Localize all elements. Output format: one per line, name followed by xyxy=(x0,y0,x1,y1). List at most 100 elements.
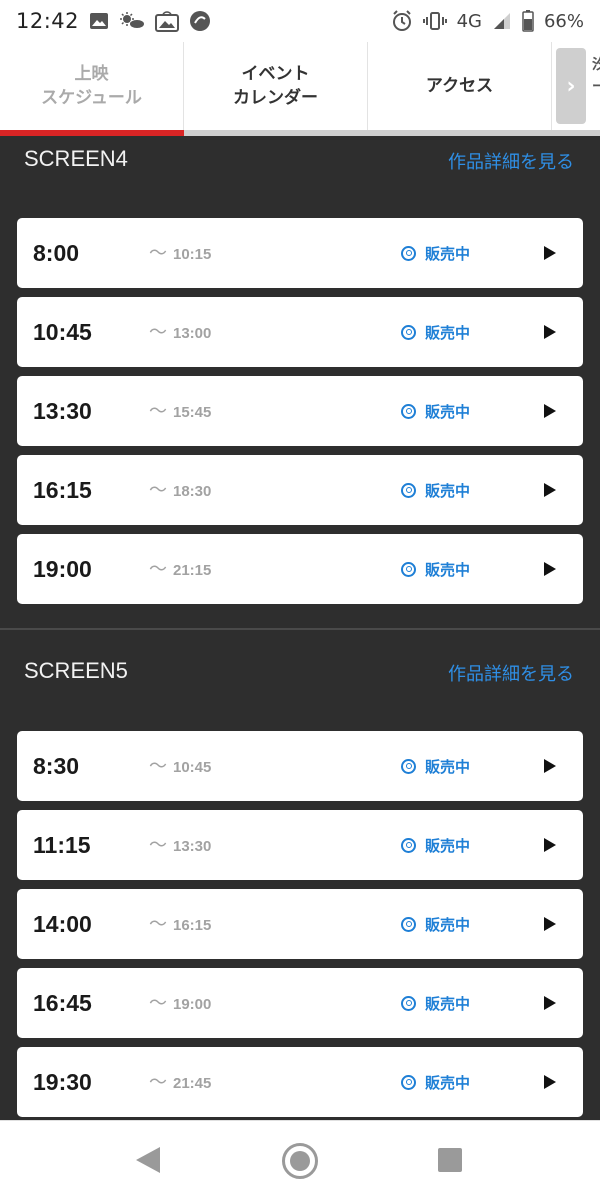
battery-icon xyxy=(522,10,534,32)
start-time: 19:30 xyxy=(33,1069,92,1095)
end-time: 18:30 xyxy=(173,483,212,500)
detail-link[interactable]: 作品詳細を見る xyxy=(448,148,574,174)
network-type: 4G xyxy=(456,10,482,32)
available-icon xyxy=(401,837,416,853)
available-icon xyxy=(401,324,416,340)
available-icon xyxy=(401,916,416,932)
screen-name: SCREEN5 xyxy=(24,658,128,683)
tab-event-calendar[interactable]: イベント カレンダー xyxy=(184,42,368,130)
available-icon xyxy=(401,1074,416,1090)
showing-row[interactable]: 8:30 〜 10:45 販売中 xyxy=(17,731,583,801)
sale-status: 販売中 xyxy=(401,218,470,288)
tab-event-line1: イベント xyxy=(241,64,310,84)
range-separator: 〜 xyxy=(149,835,167,855)
image-icon xyxy=(89,11,109,31)
end-time: 21:15 xyxy=(173,562,212,579)
end-time: 10:15 xyxy=(173,246,212,263)
start-time: 13:30 xyxy=(33,398,92,424)
showing-row[interactable]: 19:30 〜 21:45 販売中 xyxy=(17,1047,583,1117)
home-icon[interactable] xyxy=(282,1143,318,1179)
sale-status-label: 販売中 xyxy=(425,560,471,579)
showing-row[interactable]: 11:15 〜 13:30 販売中 xyxy=(17,810,583,880)
showing-row[interactable]: 14:00 〜 16:15 販売中 xyxy=(17,889,583,959)
chevron-right-icon: › xyxy=(566,73,576,99)
tab-schedule[interactable]: 上映 スケジュール xyxy=(0,42,184,130)
sale-status: 販売中 xyxy=(401,455,470,525)
play-arrow-icon xyxy=(544,917,556,931)
screen-name: SCREEN4 xyxy=(24,146,128,171)
play-arrow-icon xyxy=(544,1075,556,1089)
navigation-bar xyxy=(0,1120,600,1200)
sale-status-label: 販売中 xyxy=(425,1073,471,1092)
showing-row[interactable]: 8:00 〜 10:15 販売中 xyxy=(17,218,583,288)
sale-status: 販売中 xyxy=(401,810,470,880)
sale-status-label: 販売中 xyxy=(425,481,471,500)
section-header-screen5: SCREEN5 作品詳細を見る xyxy=(0,658,600,698)
end-time-group: 〜 13:30 xyxy=(149,810,211,882)
tab-indicator-active xyxy=(0,130,184,136)
range-separator: 〜 xyxy=(149,401,167,421)
end-time: 13:30 xyxy=(173,838,212,855)
section-divider xyxy=(0,628,600,630)
play-arrow-icon xyxy=(544,562,556,576)
end-time: 19:00 xyxy=(173,996,212,1013)
start-time: 16:45 xyxy=(33,990,92,1016)
showing-row[interactable]: 10:45 〜 13:00 販売中 xyxy=(17,297,583,367)
sale-status: 販売中 xyxy=(401,297,470,367)
alarm-icon xyxy=(391,10,413,32)
detail-link[interactable]: 作品詳細を見る xyxy=(448,660,574,686)
available-icon xyxy=(401,245,416,261)
start-time: 19:00 xyxy=(33,556,92,582)
sale-status: 販売中 xyxy=(401,731,470,801)
showing-row[interactable]: 16:45 〜 19:00 販売中 xyxy=(17,968,583,1038)
range-separator: 〜 xyxy=(149,993,167,1013)
sale-status: 販売中 xyxy=(401,534,470,604)
sale-status-label: 販売中 xyxy=(425,994,471,1013)
sale-status-label: 販売中 xyxy=(425,323,471,342)
tab-more[interactable]: › 汐 ー xyxy=(552,42,600,130)
battery-level: 66% xyxy=(543,10,584,32)
sale-status: 販売中 xyxy=(401,968,470,1038)
status-time: 12:42 xyxy=(16,9,80,33)
range-separator: 〜 xyxy=(149,243,167,263)
end-time-group: 〜 13:00 xyxy=(149,297,211,369)
play-arrow-icon xyxy=(544,325,556,339)
end-time-group: 〜 10:45 xyxy=(149,731,211,803)
tab-access[interactable]: アクセス xyxy=(368,42,552,130)
sale-status-label: 販売中 xyxy=(425,836,471,855)
tab-schedule-line1: 上映 xyxy=(74,64,109,84)
tab-access-label: アクセス xyxy=(425,76,494,96)
sale-status: 販売中 xyxy=(401,889,470,959)
end-time: 15:45 xyxy=(173,404,212,421)
tab-scroll-button[interactable]: › xyxy=(556,48,586,124)
showing-row[interactable]: 13:30 〜 15:45 販売中 xyxy=(17,376,583,446)
range-separator: 〜 xyxy=(149,480,167,500)
sale-status-label: 販売中 xyxy=(425,915,471,934)
tab-bar: 上映 スケジュール イベント カレンダー アクセス › 汐 ー xyxy=(0,42,600,130)
start-time: 8:00 xyxy=(33,240,80,266)
tab-overflow-line2: ー xyxy=(592,79,600,95)
available-icon xyxy=(401,403,416,419)
play-arrow-icon xyxy=(544,404,556,418)
start-time: 11:15 xyxy=(33,832,91,858)
sale-status: 販売中 xyxy=(401,1047,470,1117)
play-arrow-icon xyxy=(544,838,556,852)
showing-row[interactable]: 19:00 〜 21:15 販売中 xyxy=(17,534,583,604)
sale-status-label: 販売中 xyxy=(425,402,471,421)
available-icon xyxy=(401,758,416,774)
end-time: 13:00 xyxy=(173,325,212,342)
end-time-group: 〜 21:45 xyxy=(149,1047,211,1119)
start-time: 16:15 xyxy=(33,477,92,503)
range-separator: 〜 xyxy=(149,559,167,579)
end-time-group: 〜 19:00 xyxy=(149,968,211,1040)
tab-event-line2: カレンダー xyxy=(233,88,318,108)
back-icon[interactable] xyxy=(136,1147,160,1173)
recent-apps-icon[interactable] xyxy=(438,1148,462,1172)
status-bar: 12:42 4G 66% xyxy=(0,0,600,42)
photo-frame-icon xyxy=(155,10,180,32)
signal-icon xyxy=(492,11,512,31)
showing-row[interactable]: 16:15 〜 18:30 販売中 xyxy=(17,455,583,525)
range-separator: 〜 xyxy=(149,914,167,934)
tab-schedule-line2: スケジュール xyxy=(41,88,142,108)
sale-status: 販売中 xyxy=(401,376,470,446)
